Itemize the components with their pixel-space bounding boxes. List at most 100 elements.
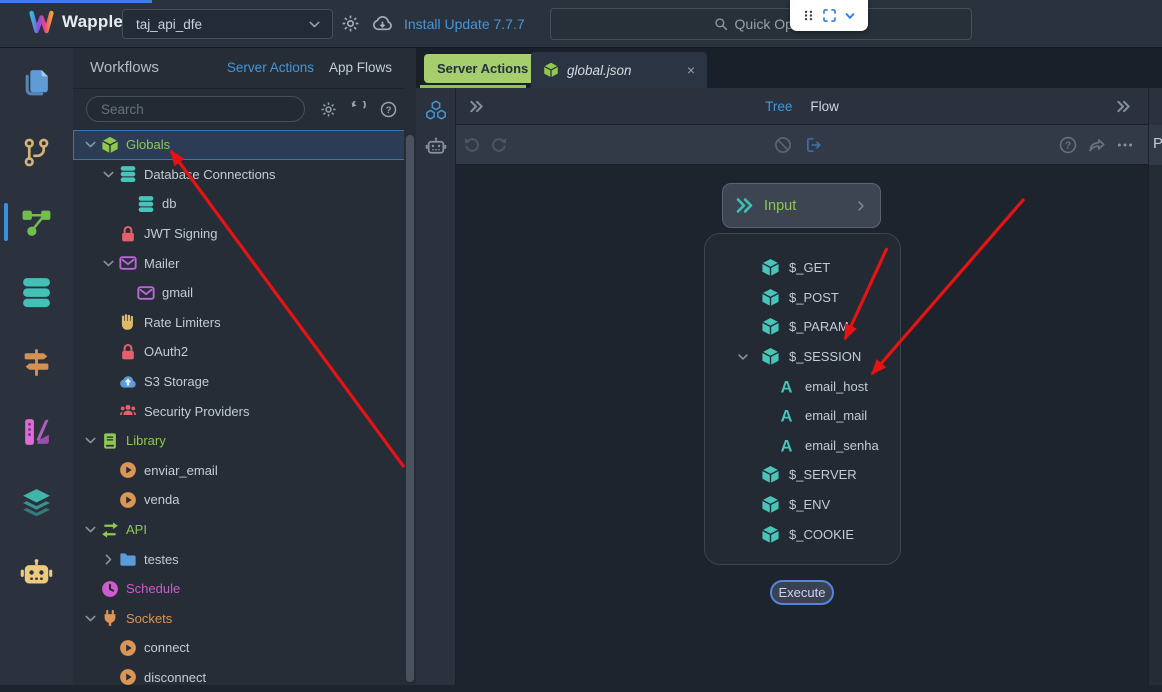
execute-button[interactable]: Execute (770, 580, 834, 605)
chevron-right-icon[interactable] (101, 552, 116, 567)
chevron-down-icon[interactable] (101, 167, 116, 182)
cube-icon (101, 136, 119, 154)
refresh-icon[interactable] (350, 101, 367, 118)
globals-item-label: $_ENV (789, 497, 830, 512)
globals-item-label: $_COOKIE (789, 527, 854, 542)
globals-item-label: email_host (805, 379, 868, 394)
tree-item-library[interactable]: Library (73, 426, 416, 456)
plug-icon (101, 609, 119, 627)
quick-open-search[interactable]: Quick Open (550, 8, 972, 40)
install-update-link[interactable]: Install Update 7.7.7 (404, 16, 525, 32)
tree-item-enviar-email[interactable]: enviar_email (73, 456, 416, 486)
drag-handle-icon[interactable] (802, 9, 815, 22)
lock-icon (119, 343, 137, 361)
disable-step-icon[interactable] (774, 136, 792, 154)
tree-item-venda[interactable]: venda (73, 485, 416, 515)
chevron-down-icon[interactable] (83, 137, 98, 152)
tree-item-gmail[interactable]: gmail (73, 278, 416, 308)
tree-item-api[interactable]: API (73, 515, 416, 545)
globals-item-email-mail[interactable]: Aemail_mail (705, 401, 900, 431)
search-input[interactable] (86, 96, 305, 122)
capture-region-icon[interactable] (823, 9, 836, 22)
tree-item-connect[interactable]: connect (73, 633, 416, 663)
file-tab-global-json[interactable]: global.json × (531, 52, 707, 88)
server-actions-mode-tab[interactable]: Server Actions (424, 54, 541, 83)
sidebar-item-databases[interactable] (0, 257, 73, 327)
caret-down-icon[interactable] (844, 10, 856, 22)
scrollbar-thumb[interactable] (406, 135, 414, 682)
globals-item-cookie[interactable]: $_COOKIE (705, 519, 900, 549)
settings-gear-icon[interactable] (341, 14, 360, 33)
tree-item-security-providers[interactable]: Security Providers (73, 396, 416, 426)
expand-left-panel-icon[interactable] (469, 99, 484, 114)
share-icon[interactable] (1088, 136, 1106, 154)
chevron-down-icon[interactable] (83, 433, 98, 448)
sidebar-item-ai-assistant[interactable] (0, 537, 73, 607)
tree-item-globals[interactable]: Globals (73, 130, 416, 160)
tree-item-jwt-signing[interactable]: JWT Signing (73, 219, 416, 249)
globals-item-email-senha[interactable]: Aemail_senha (705, 431, 900, 461)
ai-assistant-icon[interactable] (425, 135, 447, 157)
expander-spacer (119, 285, 134, 300)
tree-item-mailer[interactable]: Mailer (73, 248, 416, 278)
cube-icon (543, 62, 559, 78)
help-icon[interactable]: ? (380, 101, 397, 118)
workflows-icon (20, 206, 53, 239)
tree-item-rate-limiters[interactable]: Rate Limiters (73, 308, 416, 338)
tree-item-s3-storage[interactable]: S3 Storage (73, 367, 416, 397)
lock-icon (119, 225, 137, 243)
globals-item-post[interactable]: $_POST (705, 283, 900, 313)
expander-spacer (749, 409, 769, 423)
tree-item-label: Sockets (126, 611, 172, 626)
cloud-download-icon[interactable] (372, 14, 393, 33)
tab-app-flows[interactable]: App Flows (329, 60, 392, 75)
workflows-panel: Workflows Server Actions App Flows ? Glo… (73, 47, 416, 685)
view-tab-tree[interactable]: Tree (765, 99, 792, 114)
sidebar-item-files[interactable] (0, 47, 73, 117)
tree-item-db[interactable]: db (73, 189, 416, 219)
globals-item-label: $_GET (789, 260, 830, 275)
sidebar-item-routes[interactable] (0, 327, 73, 397)
globals-item-session[interactable]: $_SESSION (705, 342, 900, 372)
sidebar-item-layers[interactable] (0, 467, 73, 537)
tree-item-label: Mailer (144, 256, 179, 271)
globals-container-node[interactable]: $_GET$_POST$_PARAM$_SESSIONAemail_hostAe… (704, 233, 901, 565)
undo-icon[interactable] (463, 136, 481, 154)
properties-panel-edge[interactable]: P (1148, 88, 1162, 685)
expander-spacer (101, 344, 116, 359)
help-icon[interactable]: ? (1059, 136, 1077, 154)
chevron-down-icon[interactable] (83, 611, 98, 626)
sidebar-item-git[interactable] (0, 117, 73, 187)
tab-server-actions[interactable]: Server Actions (227, 60, 314, 75)
expander-spacer (101, 640, 116, 655)
tree-item-oauth2[interactable]: OAuth2 (73, 337, 416, 367)
server-connect-icon[interactable] (425, 100, 447, 122)
tree-item-label: Library (126, 433, 166, 448)
globals-item-env[interactable]: $_ENV (705, 490, 900, 520)
input-node[interactable]: Input (722, 183, 881, 228)
tree-item-label: Schedule (126, 581, 180, 596)
close-tab-icon[interactable]: × (687, 62, 695, 78)
gear-icon[interactable] (320, 101, 337, 118)
view-tab-flow[interactable]: Flow (810, 99, 839, 114)
project-selector[interactable]: taj_api_dfe (122, 9, 333, 39)
chevron-down-icon[interactable] (83, 522, 98, 537)
tree-item-label: S3 Storage (144, 374, 209, 389)
expand-right-panel-icon[interactable] (1116, 99, 1131, 114)
tree-item-disconnect[interactable]: disconnect (73, 663, 416, 692)
sidebar-item-styles[interactable] (0, 397, 73, 467)
tree-item-database-connections[interactable]: Database Connections (73, 160, 416, 190)
sidebar-item-workflows[interactable] (0, 187, 73, 257)
globals-item-param[interactable]: $_PARAM (705, 312, 900, 342)
globals-item-server[interactable]: $_SERVER (705, 460, 900, 490)
chevron-down-icon[interactable] (733, 350, 753, 364)
chevron-down-icon[interactable] (101, 256, 116, 271)
globals-item-email-host[interactable]: Aemail_host (705, 371, 900, 401)
tree-item-sockets[interactable]: Sockets (73, 604, 416, 634)
more-options-icon[interactable] (1116, 136, 1134, 154)
tree-item-schedule[interactable]: Schedule (73, 574, 416, 604)
globals-item-get[interactable]: $_GET (705, 253, 900, 283)
run-to-step-icon[interactable] (805, 136, 823, 154)
redo-icon[interactable] (490, 136, 508, 154)
tree-item-testes[interactable]: testes (73, 544, 416, 574)
